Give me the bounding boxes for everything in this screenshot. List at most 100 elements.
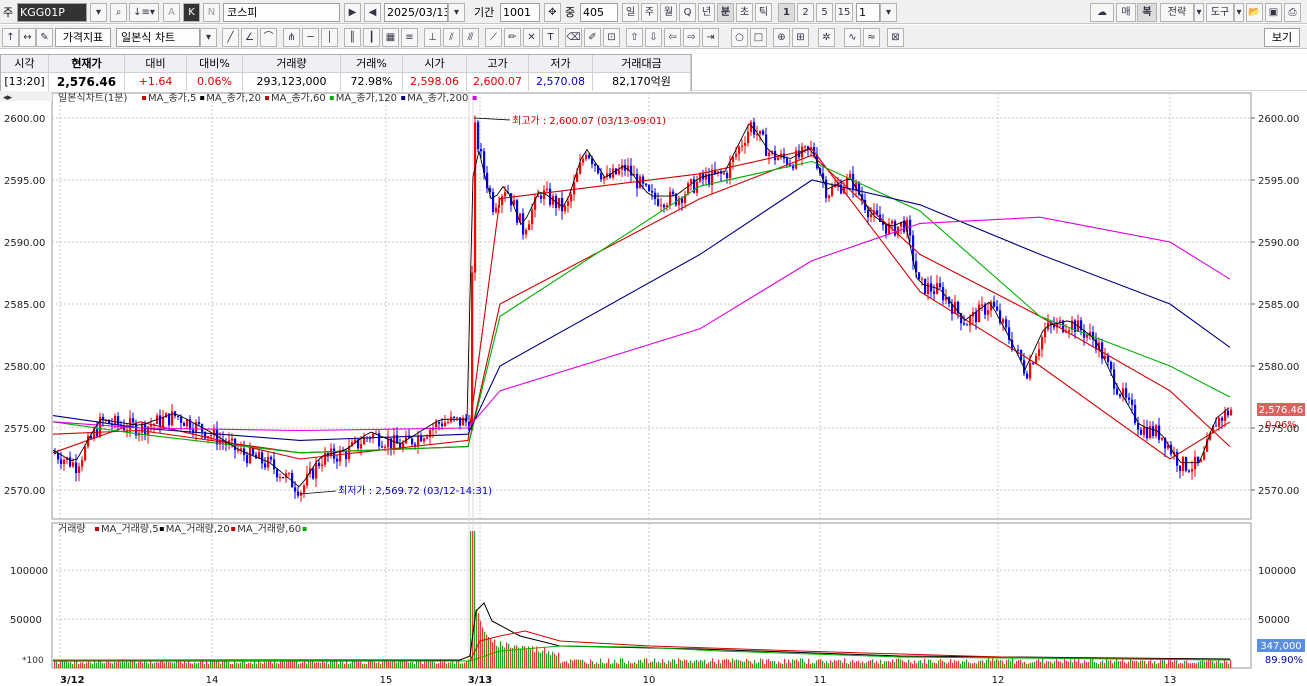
grid-tool-icon[interactable]: ▦	[382, 28, 399, 47]
fib-tool-icon[interactable]: ≡	[401, 28, 418, 47]
arc-tool-icon[interactable]: ⌒	[260, 28, 277, 47]
candle-body	[885, 224, 888, 234]
pattern-tool-icon[interactable]: ≈	[863, 28, 880, 47]
angle-tool-icon[interactable]: ∠	[241, 28, 258, 47]
rect-tool-icon[interactable]: □	[750, 28, 767, 47]
circle-tool-icon[interactable]: ○	[731, 28, 748, 47]
cycle-tool-icon[interactable]: ┃	[363, 28, 380, 47]
minute-15-button[interactable]: 15	[835, 3, 853, 22]
count-input[interactable]: 405	[580, 3, 618, 22]
cross-tool-icon[interactable]: ✕	[523, 28, 540, 47]
mark-tool-icon[interactable]: ⇥	[702, 28, 719, 47]
arrow-up-tool-icon[interactable]: ⇧	[626, 28, 643, 47]
line-tool-icon[interactable]: ╱	[222, 28, 239, 47]
delete-drawing-icon[interactable]: ⊠	[887, 28, 904, 47]
volume-bar	[804, 661, 806, 668]
chart-area[interactable]: ◂▸ 3/12 14 15 3/13 10 11 12 13 2600.00 2600.00 25…	[0, 91, 1307, 686]
volume-bar	[558, 652, 560, 668]
minute-select[interactable]: 1	[856, 3, 880, 22]
candle-body	[276, 469, 279, 478]
tf-year-button[interactable]: 년	[698, 3, 715, 22]
tf-minute-button[interactable]: 분	[717, 3, 734, 22]
parallel-tool-icon[interactable]: ⫻	[462, 28, 479, 47]
symbol-dropdown-icon[interactable]: ▾	[90, 3, 107, 22]
symbol-code-input[interactable]: KGG01P	[17, 3, 87, 22]
arrow-down-tool-icon[interactable]: ⇩	[645, 28, 662, 47]
stamp-tool-icon[interactable]: ⊡	[603, 28, 620, 47]
volume-bar	[334, 661, 336, 668]
prev-arrow-icon[interactable]: ◀	[364, 3, 381, 22]
volume-bar	[644, 658, 646, 668]
info-header-change-pct: 대비%	[187, 55, 243, 73]
cursor-move-icon[interactable]: ✥	[544, 3, 561, 22]
scroll-lr-icon[interactable]: ↔	[19, 28, 36, 47]
mode-k-button[interactable]: K	[183, 3, 200, 22]
fan-tool-icon[interactable]: ⋔	[283, 28, 300, 47]
tf-second-button[interactable]: 초	[736, 3, 753, 22]
view-button[interactable]: 보기	[1264, 28, 1300, 47]
chart-type-select[interactable]: 일본식 차트	[116, 28, 200, 47]
volume-bar	[276, 663, 278, 668]
next-arrow-icon[interactable]: ▶	[344, 3, 361, 22]
tf-quarter-button[interactable]: Q	[679, 3, 696, 22]
price-panel[interactable]	[51, 92, 1252, 520]
search-icon[interactable]: ⌕	[110, 3, 127, 22]
stock-name-field[interactable]: 코스피	[223, 3, 340, 22]
volume-bar	[650, 661, 652, 668]
sort-dropdown-icon[interactable]: ↓≡▾	[129, 3, 159, 22]
volume-bar	[1078, 659, 1080, 668]
edit-icon[interactable]: ✎	[36, 28, 53, 47]
scroll-up-icon[interactable]: ↑	[2, 28, 19, 47]
volume-bar	[72, 663, 74, 668]
strategy-button[interactable]: 전략	[1160, 3, 1194, 22]
panel-resize-icon[interactable]: ◂▸	[3, 93, 13, 103]
magnet-tool-icon[interactable]: ⊞	[792, 28, 809, 47]
x-tick-label: 15	[380, 675, 393, 686]
wave-tool-icon[interactable]: ∿	[844, 28, 861, 47]
price-indicator-button[interactable]: 가격지표	[55, 28, 111, 47]
text-tool-icon[interactable]: T	[542, 28, 559, 47]
trend-tool-icon[interactable]: ⟋	[485, 28, 502, 47]
volume-bar	[726, 658, 728, 668]
date-dropdown-icon[interactable]: ▾	[448, 3, 465, 22]
volume-bar	[1018, 659, 1020, 668]
minute-2-button[interactable]: 2	[797, 3, 814, 22]
chart-type-dropdown-icon[interactable]: ▾	[200, 28, 217, 47]
date-field[interactable]: 2025/03/13	[384, 3, 448, 22]
note-tool-icon[interactable]: ✐	[584, 28, 601, 47]
mode-n-button[interactable]: N	[203, 3, 220, 22]
gann-tool-icon[interactable]: ⊥	[424, 28, 441, 47]
channel-tool-icon[interactable]: ⫽	[443, 28, 460, 47]
minute-dropdown-icon[interactable]: ▾	[880, 3, 897, 22]
pencil-tool-icon[interactable]: ✏	[504, 28, 521, 47]
print-icon[interactable]: ⎙	[1284, 3, 1301, 22]
period-input[interactable]: 1001	[500, 3, 540, 22]
vline-tool-icon[interactable]: │	[321, 28, 338, 47]
save-icon[interactable]: ▣	[1265, 3, 1282, 22]
tf-week-button[interactable]: 주	[641, 3, 658, 22]
arrow-right-tool-icon[interactable]: ⇨	[683, 28, 700, 47]
mode-a-button[interactable]: A	[163, 3, 180, 22]
x-tick-label: 3/12	[60, 675, 85, 686]
open-folder-icon[interactable]: 📂	[1246, 3, 1263, 22]
volume-bar	[58, 663, 60, 668]
volume-bar	[974, 662, 976, 668]
restore-button[interactable]: 복	[1137, 3, 1157, 22]
tf-month-button[interactable]: 월	[660, 3, 677, 22]
bars-tool-icon[interactable]: ║	[344, 28, 361, 47]
strategy-dropdown-icon[interactable]: ▾	[1194, 3, 1204, 22]
tf-day-button[interactable]: 일	[622, 3, 639, 22]
minute-5-button[interactable]: 5	[816, 3, 833, 22]
hline-tool-icon[interactable]: ─	[302, 28, 319, 47]
eraser-tool-icon[interactable]: ⌫	[565, 28, 582, 47]
buy-button[interactable]: 매	[1116, 3, 1136, 22]
tools-dropdown-icon[interactable]: ▾	[1234, 3, 1244, 22]
minute-1-button[interactable]: 1	[778, 3, 795, 22]
cloud-icon[interactable]: ☁	[1090, 3, 1114, 22]
tools-button[interactable]: 도구	[1206, 3, 1234, 22]
settings-tool-icon[interactable]: ✲	[818, 28, 835, 47]
tf-tick-button[interactable]: 틱	[755, 3, 772, 22]
arrow-left-tool-icon[interactable]: ⇦	[664, 28, 681, 47]
volume-bar	[564, 661, 566, 668]
zoom-tool-icon[interactable]: ⊕	[773, 28, 790, 47]
